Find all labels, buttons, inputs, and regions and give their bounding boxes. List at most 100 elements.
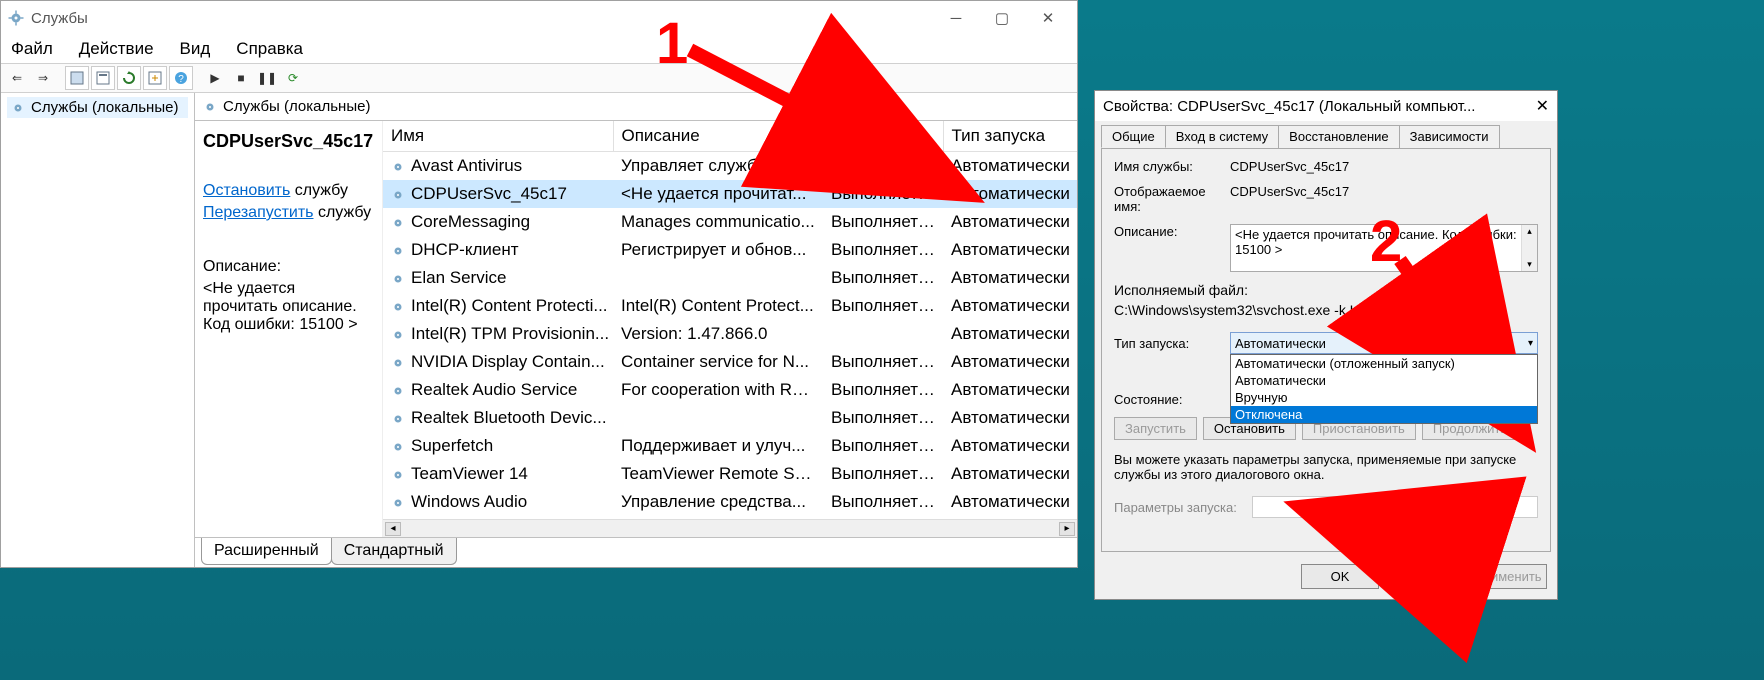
play-icon[interactable]: ▶ xyxy=(203,66,227,90)
maximize-button[interactable]: ▢ xyxy=(979,3,1025,33)
startup-type-combobox[interactable]: Автоматически ▾ Автоматически (отложенны… xyxy=(1230,332,1538,354)
list-header: Службы (локальные) xyxy=(195,93,1077,121)
stop-service-rest: службу xyxy=(290,182,348,199)
table-row[interactable]: Realtek Audio ServiceFor cooperation wit… xyxy=(383,376,1077,404)
cell-state: Выполняется xyxy=(823,348,943,376)
tab-standard[interactable]: Стандартный xyxy=(331,538,457,565)
cell-name: Windows Audio xyxy=(411,492,527,512)
services-list: Имя Описание Состояние Тип запуска Avast… xyxy=(383,121,1077,537)
cell-state: Выполняется xyxy=(823,432,943,460)
combobox-selected: Автоматически xyxy=(1235,336,1326,351)
description-text: <Не удается прочитать описание. Код ошиб… xyxy=(1235,227,1517,257)
col-name[interactable]: Имя xyxy=(383,121,613,151)
cell-state: Выполняется xyxy=(823,292,943,320)
gear-icon xyxy=(391,495,405,509)
gear-icon xyxy=(391,299,405,313)
toolbar-btn-2[interactable] xyxy=(91,66,115,90)
toolbar-export-icon[interactable] xyxy=(143,66,167,90)
label-start-params: Параметры запуска: xyxy=(1114,500,1244,515)
description-label: Описание: xyxy=(203,258,374,276)
menu-view[interactable]: Вид xyxy=(176,37,215,61)
value-service-name: CDPUserSvc_45c17 xyxy=(1230,159,1538,174)
ok-button[interactable]: OK xyxy=(1301,564,1379,589)
cancel-button[interactable]: Отмена xyxy=(1385,564,1463,589)
table-row[interactable]: Elan ServiceВыполняетсяАвтоматически xyxy=(383,264,1077,292)
cell-name: NVIDIA Display Contain... xyxy=(411,352,605,372)
horizontal-scrollbar[interactable]: ◂ ▸ xyxy=(383,519,1077,537)
tree-item-services-local[interactable]: Службы (локальные) xyxy=(7,97,188,118)
scroll-up-icon[interactable]: ▴ xyxy=(1527,226,1532,237)
tab-extended[interactable]: Расширенный xyxy=(201,538,332,565)
apply-button[interactable]: Применить xyxy=(1469,564,1547,589)
menu-file[interactable]: Файл xyxy=(7,37,57,61)
toolbar-refresh-icon[interactable] xyxy=(117,66,141,90)
description-textarea[interactable]: <Не удается прочитать описание. Код ошиб… xyxy=(1230,224,1538,272)
table-row[interactable]: CoreMessagingManages communicatio...Выпо… xyxy=(383,208,1077,236)
cell-desc: Manages communicatio... xyxy=(613,208,823,236)
menu-help[interactable]: Справка xyxy=(232,37,307,61)
nav-back-icon[interactable]: ⇐ xyxy=(5,66,29,90)
tab-recovery[interactable]: Восстановление xyxy=(1278,125,1399,148)
stop-icon[interactable]: ■ xyxy=(229,66,253,90)
vertical-scrollbar[interactable]: ▴▾ xyxy=(1521,225,1537,271)
scroll-down-icon[interactable]: ▾ xyxy=(1527,259,1532,270)
tab-logon[interactable]: Вход в систему xyxy=(1165,125,1279,148)
dialog-body: Имя службы: CDPUserSvc_45c17 Отображаемо… xyxy=(1101,148,1551,552)
table-row[interactable]: TeamViewer 14TeamViewer Remote Sof...Вып… xyxy=(383,460,1077,488)
col-state[interactable]: Состояние xyxy=(823,121,943,151)
col-startup[interactable]: Тип запуска xyxy=(943,121,1077,151)
cell-startup: Автоматически xyxy=(943,488,1077,516)
cell-startup: Автоматически xyxy=(943,180,1077,208)
restart-icon[interactable]: ⟳ xyxy=(281,66,305,90)
table-row[interactable]: Windows AudioУправление средства...Выпол… xyxy=(383,488,1077,516)
minimize-button[interactable]: ─ xyxy=(933,3,979,33)
gear-icon xyxy=(391,327,405,341)
start-params-input[interactable] xyxy=(1252,496,1538,518)
selected-service-name: CDPUserSvc_45c17 xyxy=(203,131,374,152)
cell-startup: Автоматически xyxy=(943,404,1077,432)
dropdown-option[interactable]: Отключена xyxy=(1231,406,1537,423)
table-row[interactable]: Avast AntivirusУправляет службами а...Вы… xyxy=(383,151,1077,180)
properties-dialog: Свойства: CDPUserSvc_45c17 (Локальный ко… xyxy=(1094,90,1558,600)
toolbar-btn-1[interactable] xyxy=(65,66,89,90)
pause-icon[interactable]: ❚❚ xyxy=(255,66,279,90)
dropdown-option[interactable]: Вручную xyxy=(1231,389,1537,406)
services-table: Имя Описание Состояние Тип запуска Avast… xyxy=(383,121,1077,516)
cell-startup: Автоматически xyxy=(943,208,1077,236)
start-button[interactable]: Запустить xyxy=(1114,417,1197,440)
restart-service-link[interactable]: Перезапустить xyxy=(203,204,314,221)
tab-dependencies[interactable]: Зависимости xyxy=(1399,125,1500,148)
cell-name: Realtek Bluetooth Devic... xyxy=(411,408,607,428)
close-button[interactable]: ✕ xyxy=(1025,3,1071,33)
list-header-label: Службы (локальные) xyxy=(223,98,370,115)
tab-general[interactable]: Общие xyxy=(1101,125,1166,148)
table-row[interactable]: DHCP-клиентРегистрирует и обнов...Выполн… xyxy=(383,236,1077,264)
gear-icon xyxy=(11,101,25,115)
table-row[interactable]: Intel(R) TPM Provisionin...Version: 1.47… xyxy=(383,320,1077,348)
services-window: Службы ─ ▢ ✕ Файл Действие Вид Справка ⇐… xyxy=(0,0,1078,568)
tree-panel: Службы (локальные) xyxy=(1,93,195,567)
dropdown-option[interactable]: Автоматически xyxy=(1231,372,1537,389)
label-state: Состояние: xyxy=(1114,392,1222,407)
table-row[interactable]: Intel(R) Content Protecti...Intel(R) Con… xyxy=(383,292,1077,320)
table-row[interactable]: SuperfetchПоддерживает и улуч...Выполняе… xyxy=(383,432,1077,460)
startup-type-dropdown: Автоматически (отложенный запуск)Автомат… xyxy=(1230,354,1538,424)
gear-icon xyxy=(391,243,405,257)
table-row[interactable]: CDPUserSvc_45c17<Не удается прочитат...В… xyxy=(383,180,1077,208)
gear-icon xyxy=(391,355,405,369)
menu-action[interactable]: Действие xyxy=(75,37,158,61)
table-row[interactable]: NVIDIA Display Contain... Container servi… xyxy=(383,348,1077,376)
scroll-right-icon[interactable]: ▸ xyxy=(1059,522,1075,536)
table-row[interactable]: Realtek Bluetooth Devic...ВыполняетсяАвт… xyxy=(383,404,1077,432)
gear-icon xyxy=(391,411,405,425)
cell-desc xyxy=(613,404,823,432)
cell-desc: Container service for N... xyxy=(613,348,823,376)
cell-state: Выполняется xyxy=(823,151,943,180)
col-desc[interactable]: Описание xyxy=(613,121,823,151)
dropdown-option[interactable]: Автоматически (отложенный запуск) xyxy=(1231,355,1537,372)
stop-service-link[interactable]: Остановить xyxy=(203,182,290,199)
nav-forward-icon[interactable]: ⇒ xyxy=(31,66,55,90)
toolbar-help-icon[interactable]: ? xyxy=(169,66,193,90)
dialog-close-icon[interactable]: ✕ xyxy=(1536,96,1549,116)
scroll-left-icon[interactable]: ◂ xyxy=(385,522,401,536)
